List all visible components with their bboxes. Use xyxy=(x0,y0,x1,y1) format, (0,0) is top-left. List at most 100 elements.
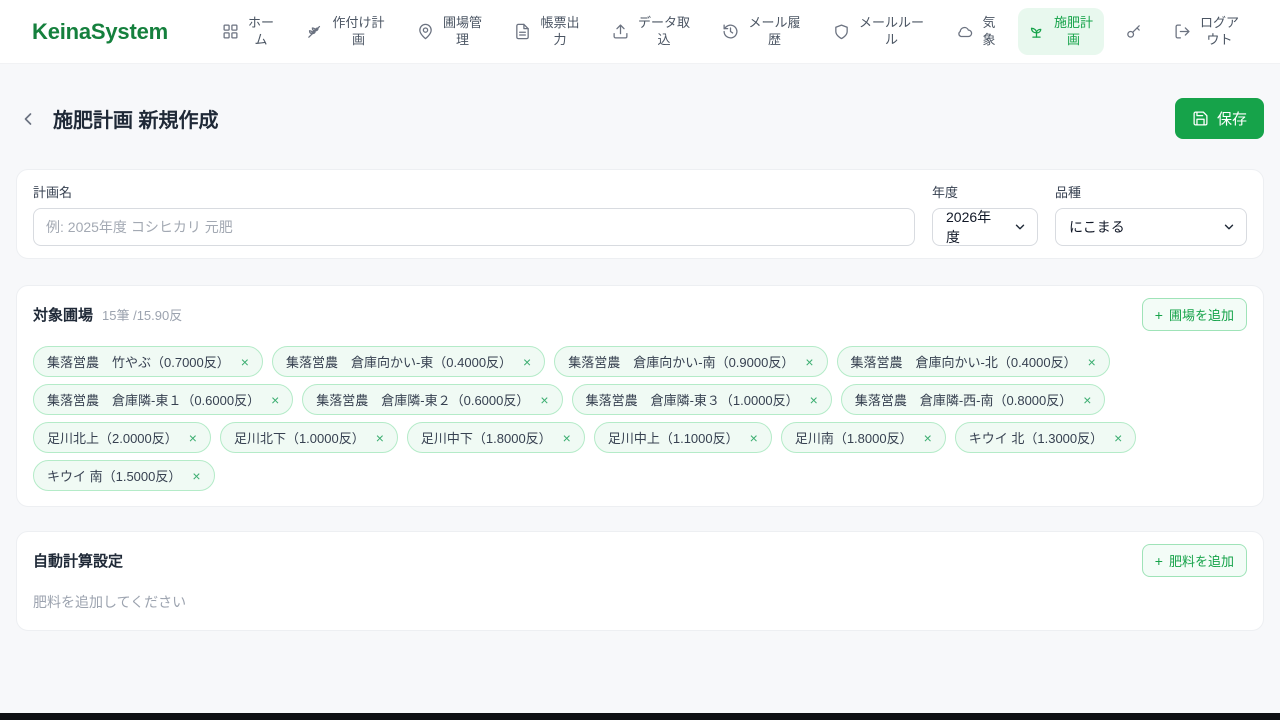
remove-tag-button[interactable]: × xyxy=(241,355,249,369)
wheat-icon xyxy=(306,23,323,40)
nav-item-home[interactable]: ホーム xyxy=(212,8,285,56)
empty-message: 肥料を追加してください xyxy=(33,594,187,610)
save-button-label: 保存 xyxy=(1216,111,1247,128)
map-pin-icon xyxy=(417,23,434,40)
field-tag-label: キウイ 南（1.5000反） xyxy=(47,469,182,484)
nav-item-mail-history[interactable]: メール履歴 xyxy=(712,8,811,56)
logout-icon xyxy=(1174,23,1191,40)
field-tag: キウイ 北（1.3000反） × xyxy=(954,422,1137,453)
nav-item-label: ログアウト xyxy=(1199,14,1239,47)
chevron-down-icon xyxy=(1222,220,1236,234)
nav-item-label: データ取込 xyxy=(637,14,690,47)
target-fields-card: 対象圃場 15筆 /15.90反 + 圃場を追加 集落営農 竹やぶ（0.7000… xyxy=(16,285,1264,507)
nav-item-planting-plan[interactable]: 作付け計画 xyxy=(296,8,395,56)
bottom-edge xyxy=(0,713,1280,720)
year-select[interactable]: 2026年度 xyxy=(932,208,1038,246)
field-tag-label: 足川北下（1.0000反） xyxy=(233,431,365,446)
nav-item-weather[interactable]: 気象 xyxy=(946,8,1006,56)
field-tag: 集落営農 倉庫向かい-北（0.4000反） × xyxy=(836,346,1110,377)
field-tag-label: 集落営農 倉庫隣-東１（0.6000反） xyxy=(47,393,261,408)
field-tag-label: 集落営農 倉庫隣-西-南（0.8000反） xyxy=(854,393,1073,408)
nav-item-mail-rules[interactable]: メールルール xyxy=(823,8,935,56)
remove-tag-button[interactable]: × xyxy=(540,393,548,407)
variety-select[interactable]: にこまる xyxy=(1055,208,1247,246)
plan-name-label: 計画名 xyxy=(33,185,73,200)
remove-tag-button[interactable]: × xyxy=(805,355,813,369)
remove-tag-button[interactable]: × xyxy=(376,431,384,445)
key-icon xyxy=(1125,23,1142,40)
field-tag: 足川北下（1.0000反） × xyxy=(219,422,398,453)
field-tag: 集落営農 倉庫向かい-南（0.9000反） × xyxy=(554,346,828,377)
add-field-button[interactable]: + 圃場を追加 xyxy=(1141,298,1247,331)
main-nav: ホーム 作付け計画 圃場管理 帳票出力 データ取込 メール履歴 メールルール 気… xyxy=(212,7,1250,56)
page-title: 施肥計画 新規作成 xyxy=(53,110,219,132)
plus-icon: + xyxy=(1154,306,1163,323)
chevron-down-icon xyxy=(1013,220,1027,234)
shield-icon xyxy=(833,23,850,40)
back-button[interactable] xyxy=(16,107,40,131)
remove-tag-button[interactable]: × xyxy=(924,431,932,445)
remove-tag-button[interactable]: × xyxy=(189,431,197,445)
year-label: 年度 xyxy=(932,185,959,200)
nav-item-label: メールルール xyxy=(858,14,924,47)
variety-group: 品種 にこまる xyxy=(1055,182,1247,246)
field-tag-label: 集落営農 倉庫向かい-南（0.9000反） xyxy=(568,355,795,370)
nav-item-label: 施肥計画 xyxy=(1053,14,1093,47)
remove-tag-button[interactable]: × xyxy=(192,469,200,483)
remove-tag-button[interactable]: × xyxy=(563,431,571,445)
field-tag-label: 足川中上（1.1000反） xyxy=(607,431,739,446)
history-icon xyxy=(722,23,739,40)
save-button[interactable]: 保存 xyxy=(1174,98,1264,139)
field-tag: 足川中上（1.1000反） × xyxy=(593,422,772,453)
add-field-button-label: 圃場を追加 xyxy=(1168,308,1234,323)
field-tag-label: 足川南（1.8000反） xyxy=(794,431,913,446)
remove-tag-button[interactable]: × xyxy=(1114,431,1122,445)
remove-tag-button[interactable]: × xyxy=(750,431,758,445)
field-tag-label: キウイ 北（1.3000反） xyxy=(968,431,1104,446)
field-tag-label: 集落営農 倉庫向かい-東（0.4000反） xyxy=(285,355,513,370)
remove-tag-button[interactable]: × xyxy=(523,355,531,369)
nav-item-report-output[interactable]: 帳票出力 xyxy=(504,8,590,56)
plan-name-input[interactable] xyxy=(33,208,915,246)
nav-item-label: ホーム xyxy=(247,14,274,47)
field-tag-label: 集落営農 倉庫隣-東３（1.0000反） xyxy=(585,393,799,408)
add-fertilizer-button[interactable]: + 肥料を追加 xyxy=(1141,544,1247,577)
nav-item-field-management[interactable]: 圃場管理 xyxy=(407,8,493,56)
sprout-icon xyxy=(1028,23,1045,40)
remove-tag-button[interactable]: × xyxy=(1083,393,1091,407)
remove-tag-button[interactable]: × xyxy=(1088,355,1096,369)
auto-calc-card: 自動計算設定 + 肥料を追加 肥料を追加してください xyxy=(16,531,1264,631)
year-group: 年度 2026年度 xyxy=(932,182,1038,246)
grid-icon xyxy=(222,23,239,40)
field-tag-label: 集落営農 倉庫向かい-北（0.4000反） xyxy=(850,355,1077,370)
topbar: KeinaSystem ホーム 作付け計画 圃場管理 帳票出力 データ取込 メー… xyxy=(0,0,1280,64)
field-tag: 集落営農 倉庫向かい-東（0.4000反） × xyxy=(271,346,546,377)
add-fertilizer-button-label: 肥料を追加 xyxy=(1168,554,1234,569)
field-tag: キウイ 南（1.5000反） × xyxy=(33,460,215,491)
field-tag-label: 足川中下（1.8000反） xyxy=(420,431,552,446)
remove-tag-button[interactable]: × xyxy=(810,393,818,407)
field-tag-label: 足川北上（2.0000反） xyxy=(47,431,178,446)
upload-icon xyxy=(612,23,629,40)
save-icon xyxy=(1192,110,1209,127)
chevron-left-icon xyxy=(18,109,38,129)
fields-summary: 15筆 /15.90反 xyxy=(102,308,183,323)
nav-item-data-import[interactable]: データ取込 xyxy=(602,8,701,56)
auto-calc-header: 自動計算設定 + 肥料を追加 xyxy=(33,544,1247,577)
field-tag: 足川北上（2.0000反） × xyxy=(33,422,211,453)
cloud-icon xyxy=(956,23,973,40)
page-header: 施肥計画 新規作成 保存 xyxy=(0,64,1280,139)
nav-item-fertilization-plan[interactable]: 施肥計画 xyxy=(1017,7,1104,56)
field-tag: 集落営農 倉庫隣-東２（0.6000反） × xyxy=(302,384,563,415)
section-title: 対象圃場 xyxy=(33,307,94,324)
nav-item-label: 圃場管理 xyxy=(442,14,482,47)
field-tag: 集落営農 倉庫隣-東３（1.0000反） × xyxy=(571,384,832,415)
nav-item-label: 気象 xyxy=(982,14,996,47)
nav-item-logout[interactable]: ログアウト xyxy=(1164,8,1250,56)
field-tag: 集落営農 倉庫隣-西-南（0.8000反） × xyxy=(840,384,1106,415)
file-icon xyxy=(514,23,531,40)
plan-meta-card: 計画名 年度 2026年度 品種 にこまる xyxy=(16,169,1264,259)
nav-item-api-key[interactable] xyxy=(1115,16,1152,47)
remove-tag-button[interactable]: × xyxy=(271,393,279,407)
nav-item-label: メール履歴 xyxy=(748,14,801,47)
